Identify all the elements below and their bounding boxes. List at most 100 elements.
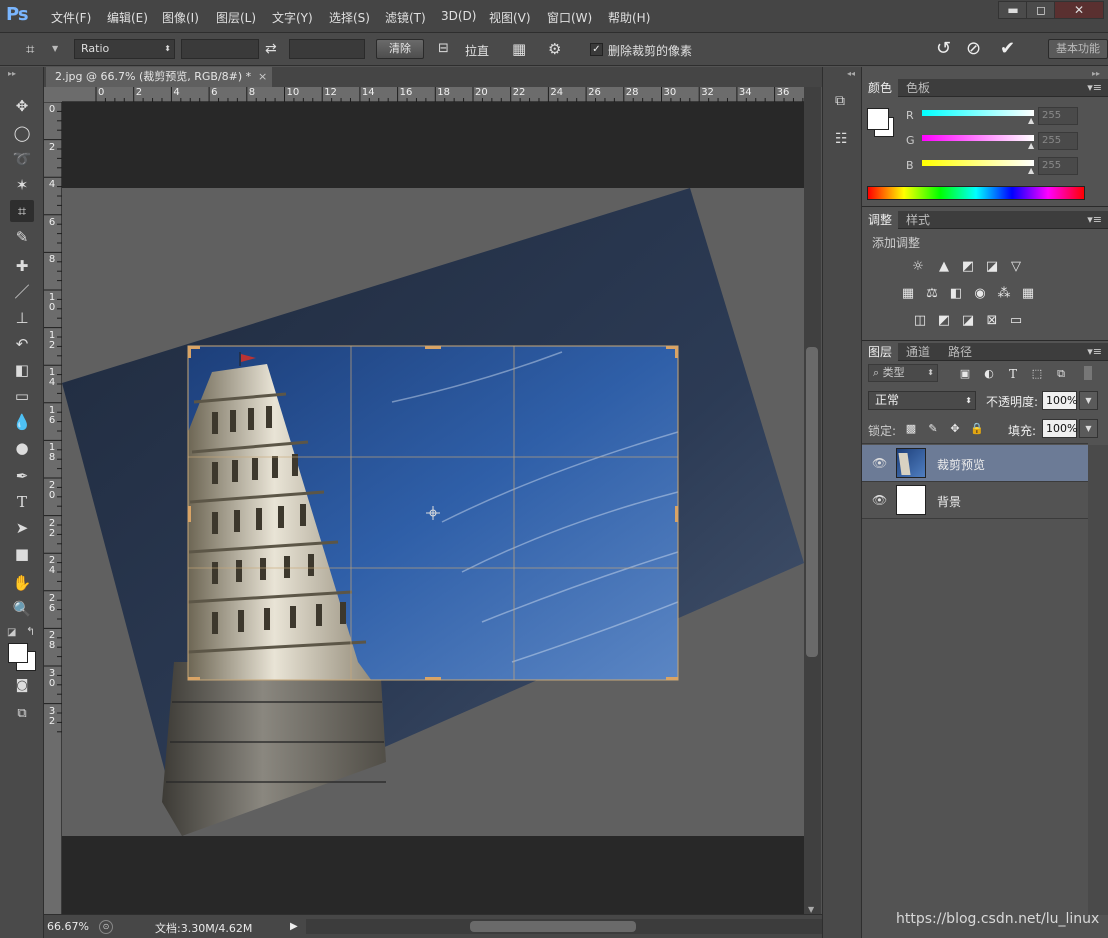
panel-menu-icon[interactable]: ▾≡ xyxy=(1087,213,1102,226)
tab-close-icon[interactable]: × xyxy=(258,67,267,87)
tab-color[interactable]: 颜色 xyxy=(862,79,899,97)
move-tool-icon[interactable]: ✥ xyxy=(10,95,34,117)
filter-smart-object-icon[interactable]: ⧉ xyxy=(1052,366,1070,382)
properties-panel-icon[interactable]: ☷ xyxy=(835,131,848,147)
lock-image-icon[interactable]: ✎ xyxy=(924,421,942,437)
swap-colors-icon[interactable]: ↰ xyxy=(26,625,35,638)
panel-menu-icon[interactable]: ▾≡ xyxy=(1087,345,1102,358)
share-icon[interactable]: ⊙ xyxy=(99,920,113,934)
panel-menu-icon[interactable]: ▾≡ xyxy=(1087,81,1102,94)
photo-filter-icon[interactable]: ◉ xyxy=(971,286,989,302)
brush-tool-icon[interactable]: ／ xyxy=(10,281,34,303)
straighten-label[interactable]: 拉直 xyxy=(465,42,489,59)
red-value[interactable]: 255 xyxy=(1038,107,1078,125)
channel-mixer-icon[interactable]: ⁂ xyxy=(995,286,1013,302)
filter-pixel-icon[interactable]: ▣ xyxy=(956,366,974,382)
gradient-tool-icon[interactable]: ▭ xyxy=(10,385,34,407)
swap-icon[interactable]: ⇄ xyxy=(265,41,277,57)
filter-type-icon[interactable]: T xyxy=(1004,366,1022,382)
collapse-icon[interactable]: ▸▸ xyxy=(1092,69,1100,78)
minimize-button[interactable]: ▬ xyxy=(998,1,1028,19)
vertical-scroll-thumb[interactable] xyxy=(806,347,818,657)
stamp-tool-icon[interactable]: ⊥ xyxy=(10,307,34,329)
menu-help[interactable]: 帮助(H) xyxy=(608,9,650,26)
collapse-icon[interactable]: ◂◂ xyxy=(847,69,855,78)
green-slider-handle[interactable]: ▲ xyxy=(1028,141,1034,150)
opacity-dropdown-icon[interactable]: ▼ xyxy=(1079,391,1098,410)
filter-adjustment-icon[interactable]: ◐ xyxy=(980,366,998,382)
gear-icon[interactable]: ⚙ xyxy=(548,40,561,58)
green-slider[interactable] xyxy=(922,135,1034,141)
screen-mode-icon[interactable]: ⧉ xyxy=(10,703,34,725)
filter-toggle[interactable] xyxy=(1084,366,1092,380)
green-value[interactable]: 255 xyxy=(1038,132,1078,150)
red-slider-handle[interactable]: ▲ xyxy=(1028,116,1034,125)
fill-dropdown-icon[interactable]: ▼ xyxy=(1079,419,1098,438)
eraser-tool-icon[interactable]: ◧ xyxy=(10,359,34,381)
menu-file[interactable]: 文件(F) xyxy=(51,9,91,26)
color-balance-icon[interactable]: ⚖ xyxy=(923,286,941,302)
zoom-level[interactable]: 66.67% xyxy=(47,920,89,933)
tab-layers[interactable]: 图层 xyxy=(862,343,899,361)
tab-adjustments[interactable]: 调整 xyxy=(862,211,899,229)
zoom-tool-icon[interactable]: 🔍 xyxy=(10,598,34,620)
eye-icon[interactable]: 👁 xyxy=(872,456,887,470)
quick-mask-icon[interactable]: ◙ xyxy=(10,675,34,697)
tab-paths[interactable]: 路径 xyxy=(942,343,978,361)
layer-row-background[interactable]: 👁 背景 xyxy=(862,482,1088,519)
invert-icon[interactable]: ◫ xyxy=(911,313,929,329)
marquee-tool-icon[interactable]: ◯ xyxy=(10,122,34,144)
crop-tool-preset-icon[interactable]: ⌗ xyxy=(26,40,46,58)
horizontal-scroll-thumb[interactable] xyxy=(470,921,636,932)
brightness-icon[interactable]: ☼ xyxy=(909,259,927,275)
eye-icon[interactable]: 👁 xyxy=(872,493,887,507)
red-slider[interactable] xyxy=(922,110,1034,116)
tab-styles[interactable]: 样式 xyxy=(900,211,936,229)
delete-pixels-checkbox[interactable]: ✓ xyxy=(590,43,603,56)
menu-select[interactable]: 选择(S) xyxy=(329,9,370,26)
crop-tool-icon[interactable]: ⌗ xyxy=(10,200,34,222)
layer-filter-select[interactable]: ⌕ 类型 ⬍ xyxy=(868,364,938,382)
lock-transparent-icon[interactable]: ▩ xyxy=(902,421,920,437)
canvas-area[interactable] xyxy=(62,102,804,914)
layer-name[interactable]: 背景 xyxy=(937,493,961,510)
type-tool-icon[interactable]: T xyxy=(10,491,34,513)
fill-input[interactable]: 100% xyxy=(1042,419,1077,438)
foreground-color-swatch[interactable] xyxy=(867,108,889,130)
cancel-icon[interactable]: ⊘ xyxy=(966,38,981,59)
black-white-icon[interactable]: ◧ xyxy=(947,286,965,302)
filter-shape-icon[interactable]: ⬚ xyxy=(1028,366,1046,382)
menu-filter[interactable]: 滤镜(T) xyxy=(385,9,426,26)
gradient-map-icon[interactable]: ▭ xyxy=(1007,313,1025,329)
layer-row-crop-preview[interactable]: 👁 裁剪预览 xyxy=(862,445,1088,482)
vertical-scrollbar[interactable]: ▼ xyxy=(804,87,821,914)
foreground-color-swatch[interactable] xyxy=(8,643,28,663)
color-spectrum-bar[interactable] xyxy=(867,186,1085,200)
history-panel-icon[interactable]: ⧉ xyxy=(835,93,845,109)
workspace-button[interactable]: 基本功能 xyxy=(1048,39,1108,59)
ratio-select[interactable]: Ratio ⬍ xyxy=(74,39,175,59)
eyedropper-tool-icon[interactable]: ✎ xyxy=(10,226,34,248)
lock-position-icon[interactable]: ✥ xyxy=(946,421,964,437)
menu-window[interactable]: 窗口(W) xyxy=(547,9,592,26)
pen-tool-icon[interactable]: ✒ xyxy=(10,465,34,487)
menu-layer[interactable]: 图层(L) xyxy=(216,9,256,26)
lock-all-icon[interactable]: 🔒 xyxy=(968,421,986,437)
dodge-tool-icon[interactable]: ● xyxy=(10,437,34,459)
width-input[interactable] xyxy=(181,39,259,59)
commit-check-icon[interactable]: ✔ xyxy=(1000,38,1015,59)
selective-color-icon[interactable]: ⊠ xyxy=(983,313,1001,329)
close-button[interactable]: ✕ xyxy=(1054,1,1104,19)
hue-saturation-icon[interactable]: ▦ xyxy=(899,286,917,302)
blend-mode-select[interactable]: 正常 ⬍ xyxy=(868,391,976,410)
posterize-icon[interactable]: ◩ xyxy=(935,313,953,329)
menu-edit[interactable]: 编辑(E) xyxy=(107,9,148,26)
reset-icon[interactable]: ↺ xyxy=(936,38,951,59)
lasso-tool-icon[interactable]: ➰ xyxy=(10,148,34,170)
color-lookup-icon[interactable]: ▦ xyxy=(1019,286,1037,302)
layer-name[interactable]: 裁剪预览 xyxy=(937,456,985,473)
hand-tool-icon[interactable]: ✋ xyxy=(10,572,34,594)
menu-3d[interactable]: 3D(D) xyxy=(441,9,476,23)
opacity-input[interactable]: 100% xyxy=(1042,391,1077,410)
scroll-down-icon[interactable]: ▼ xyxy=(808,905,814,914)
